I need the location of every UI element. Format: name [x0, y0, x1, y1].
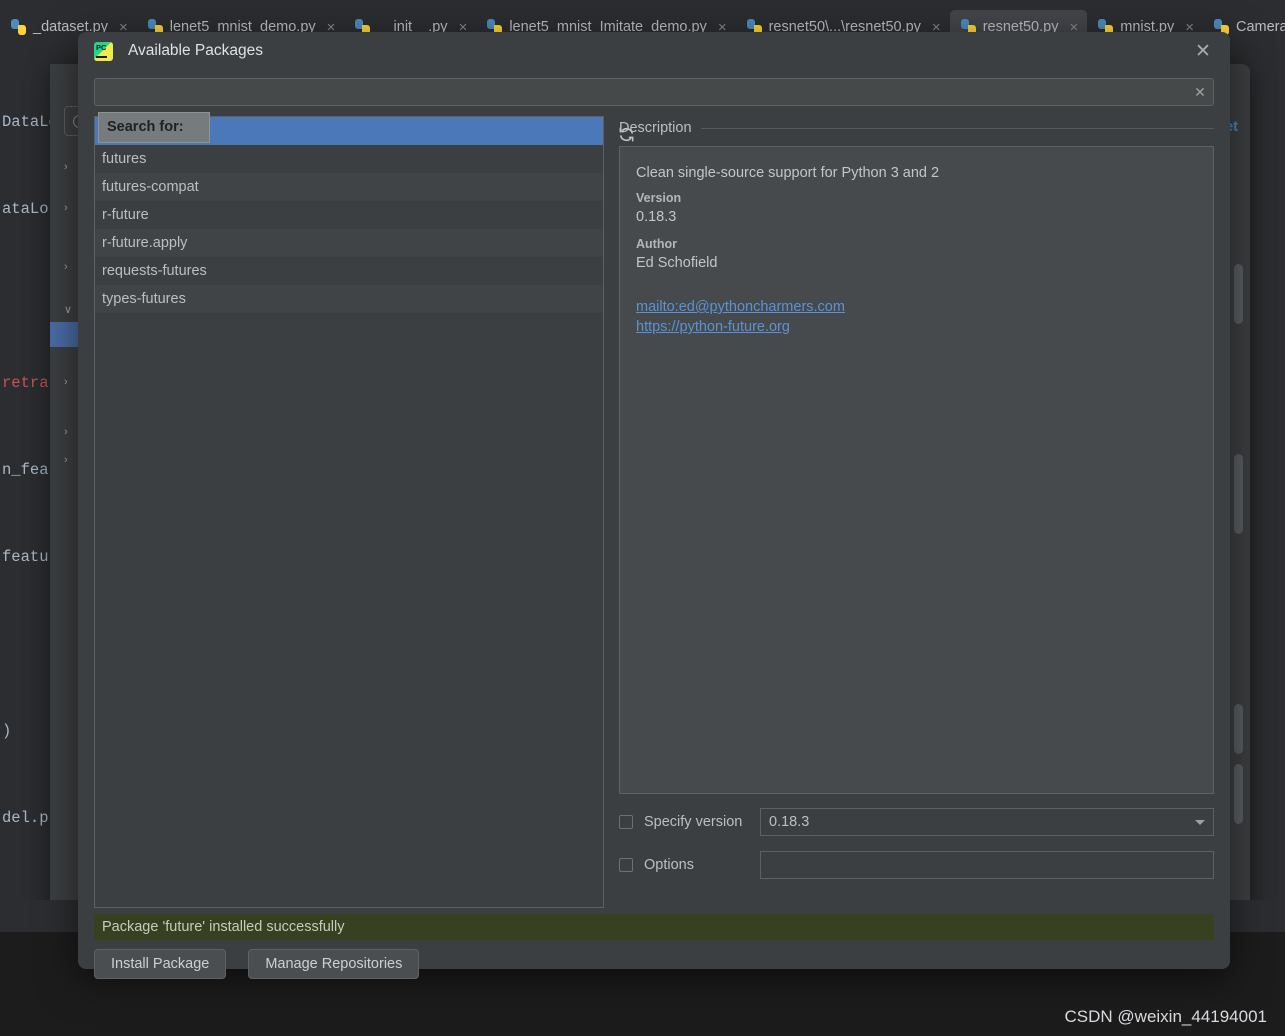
scrollbar-thumb[interactable] — [1234, 704, 1243, 754]
description-links: mailto:ed@pythoncharmers.com https://pyt… — [636, 297, 1197, 337]
version-select[interactable]: 0.18.3 — [760, 808, 1214, 836]
settings-tree-item-selected[interactable] — [50, 322, 78, 347]
close-icon[interactable]: ✕ — [1190, 38, 1216, 64]
package-search-row[interactable]: ✕ — [94, 78, 1214, 106]
dialog-button-row: Install Package Manage Repositories — [94, 949, 420, 979]
package-name: futures — [102, 151, 147, 167]
package-name: requests-futures — [102, 263, 207, 279]
chevron-right-icon: › — [64, 202, 68, 214]
options-input[interactable] — [760, 851, 1214, 879]
search-for-tooltip: Search for: — [98, 112, 210, 143]
watermark: CSDN @weixin_44194001 — [1064, 1007, 1267, 1026]
package-list-item[interactable]: requests-futures — [95, 257, 603, 285]
divider — [700, 127, 1214, 129]
chevron-right-icon: › — [64, 261, 68, 273]
options-checkbox[interactable] — [619, 858, 633, 872]
package-name: r-future.apply — [102, 235, 188, 251]
mailto-link[interactable]: mailto:ed@pythoncharmers.com — [636, 297, 1197, 317]
package-list[interactable]: future futures futures-compat r-future r — [95, 117, 603, 907]
options-label: Options — [644, 857, 694, 873]
package-list-item[interactable]: types-futures — [95, 285, 603, 313]
install-status-message: Package 'future' installed successfully — [94, 914, 1214, 940]
package-list-item[interactable]: futures — [95, 145, 603, 173]
chevron-down-icon: ∨ — [64, 304, 73, 316]
chevron-right-icon: › — [64, 376, 68, 388]
scrollbar-thumb[interactable] — [1234, 764, 1243, 824]
search-input[interactable] — [95, 84, 1187, 100]
package-name: futures-compat — [102, 179, 199, 195]
package-name: r-future — [102, 207, 149, 223]
dialog-title: Available Packages — [128, 42, 263, 59]
install-package-button[interactable]: Install Package — [94, 949, 227, 979]
scrollbar-thumb[interactable] — [1234, 454, 1243, 534]
pycharm-icon — [94, 41, 113, 61]
package-list-item[interactable]: r-future.apply — [95, 229, 603, 257]
dialog-titlebar: Available Packages ✕ — [78, 32, 1230, 70]
package-list-item[interactable]: futures-compat — [95, 173, 603, 201]
package-list-item[interactable]: r-future — [95, 201, 603, 229]
chevron-down-icon — [1195, 819, 1205, 825]
description-content: Clean single-source support for Python 3… — [619, 146, 1214, 794]
chevron-right-icon: › — [64, 426, 68, 438]
homepage-link[interactable]: https://python-future.org — [636, 317, 1197, 337]
version-select-value: 0.18.3 — [769, 814, 810, 830]
specify-version-label: Specify version — [644, 814, 743, 830]
dialog-panes: future futures futures-compat r-future r — [94, 116, 1214, 908]
options-row: Options — [619, 851, 1214, 879]
dialog-body: ✕ Search for: future futures futures-com… — [94, 78, 1214, 908]
package-list-pane[interactable]: future futures futures-compat r-future r — [94, 116, 604, 908]
package-summary: Clean single-source support for Python 3… — [636, 165, 940, 181]
version-value: 0.18.3 — [636, 209, 677, 225]
author-label: Author — [636, 237, 677, 251]
scrollbar-thumb[interactable] — [1234, 264, 1243, 324]
clear-search-icon[interactable]: ✕ — [1187, 84, 1213, 101]
description-header: Description — [619, 116, 1214, 140]
chevron-right-icon: › — [64, 160, 68, 173]
screen: _dataset.py × lenet5_mnist_demo.py × __i… — [0, 0, 1285, 1036]
python-file-icon — [11, 19, 26, 35]
specify-version-row: Specify version 0.18.3 — [619, 808, 1214, 836]
tab-label: CameraDete — [1236, 19, 1285, 35]
manage-repositories-button[interactable]: Manage Repositories — [248, 949, 420, 979]
chevron-right-icon: › — [64, 453, 68, 466]
description-pane: Description Clean single-source support … — [619, 116, 1214, 908]
specify-version-checkbox[interactable] — [619, 815, 633, 829]
available-packages-dialog: Available Packages ✕ ✕ Search for: futur… — [78, 32, 1230, 979]
author-value: Ed Schofield — [636, 255, 718, 271]
package-name: types-futures — [102, 291, 186, 307]
description-label: Description — [619, 120, 692, 136]
version-label: Version — [636, 191, 682, 205]
